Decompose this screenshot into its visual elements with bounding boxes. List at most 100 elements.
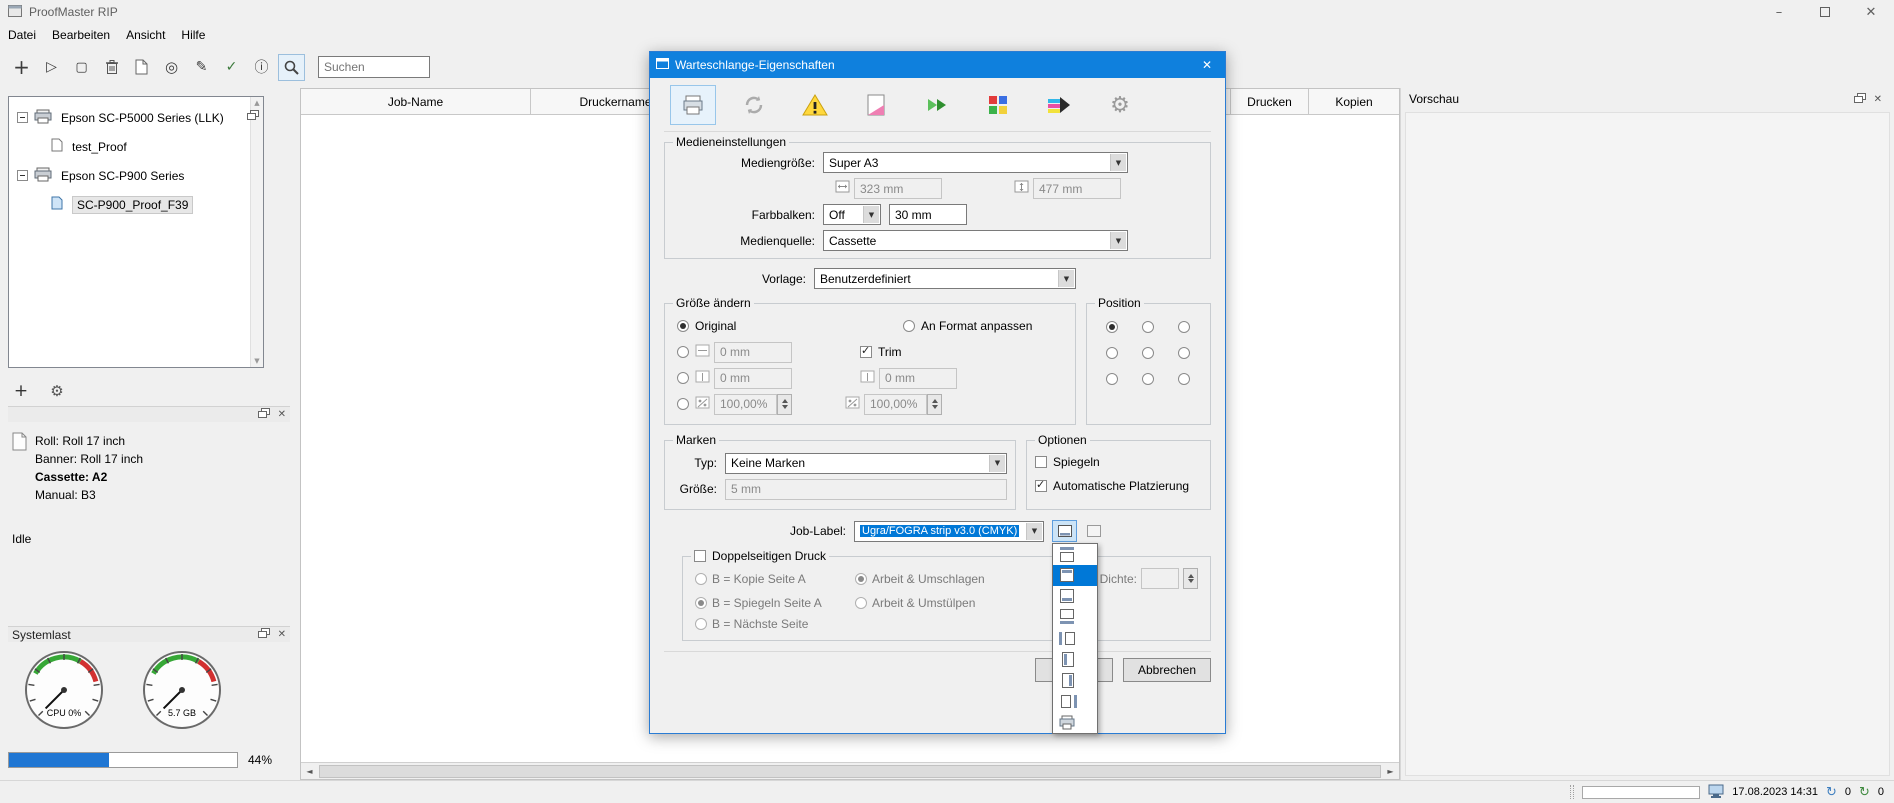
new-document-button[interactable] bbox=[128, 54, 155, 81]
scroll-right-icon[interactable]: ► bbox=[1382, 763, 1399, 779]
resize-original-radio[interactable] bbox=[677, 320, 689, 332]
label-pos-option-top-outside[interactable] bbox=[1053, 544, 1097, 565]
column-header-kopien[interactable]: Kopien bbox=[1309, 89, 1399, 114]
duplex-work-turn-radio[interactable] bbox=[855, 573, 867, 585]
maximize-button[interactable] bbox=[1802, 0, 1848, 24]
horizontal-scrollbar[interactable]: ◄ ► bbox=[301, 762, 1399, 779]
resize-width-radio[interactable] bbox=[677, 346, 689, 358]
tree-item-job-1[interactable]: test_Proof bbox=[9, 132, 263, 161]
tree-scrollbar[interactable]: ▲▼ bbox=[250, 97, 263, 367]
template-select[interactable]: Benutzerdefiniert▼ bbox=[814, 268, 1076, 289]
collapse-icon[interactable] bbox=[17, 170, 28, 181]
scrollbar-thumb[interactable] bbox=[319, 765, 1381, 778]
trim-checkbox[interactable] bbox=[860, 346, 872, 358]
position-radio-middle-right[interactable] bbox=[1178, 347, 1190, 359]
resize-height-radio[interactable] bbox=[677, 372, 689, 384]
position-radio-top-right[interactable] bbox=[1178, 321, 1190, 333]
scale-x-field[interactable]: 100,00% bbox=[714, 394, 777, 415]
duplex-next-page-radio[interactable] bbox=[695, 618, 707, 630]
position-radio-middle-center[interactable] bbox=[1142, 347, 1154, 359]
add-job-button[interactable]: + bbox=[8, 54, 35, 81]
tab-warnings[interactable] bbox=[792, 85, 838, 125]
start-button[interactable]: ▷ bbox=[38, 54, 65, 81]
bside-density-spinner[interactable] bbox=[1183, 568, 1198, 589]
close-panel-icon[interactable]: ✕ bbox=[1874, 94, 1882, 105]
label-pos-option-top-inside[interactable] bbox=[1053, 565, 1097, 586]
resize-width-field[interactable]: 0 mm bbox=[714, 342, 792, 363]
close-panel-icon[interactable]: ✕ bbox=[278, 409, 286, 420]
scale-y-field[interactable]: 100,00% bbox=[864, 394, 927, 415]
float-panel-icon[interactable] bbox=[258, 408, 270, 421]
media-height-field[interactable]: 477 mm bbox=[1033, 178, 1121, 199]
position-radio-top-center[interactable] bbox=[1142, 321, 1154, 333]
scale-x-spinner[interactable] bbox=[777, 394, 792, 415]
tree-item-printer-1[interactable]: Epson SC-P5000 Series (LLK) bbox=[9, 103, 263, 132]
menu-hilfe[interactable]: Hilfe bbox=[173, 24, 213, 46]
printer-settings-button[interactable]: ⚙ bbox=[46, 380, 68, 402]
tree-item-printer-2[interactable]: Epson SC-P900 Series bbox=[9, 161, 263, 190]
menu-datei[interactable]: Datei bbox=[0, 24, 44, 46]
scale-y-spinner[interactable] bbox=[927, 394, 942, 415]
autoplace-checkbox[interactable] bbox=[1035, 480, 1047, 492]
float-panel-icon[interactable] bbox=[247, 109, 259, 123]
close-button[interactable]: ✕ bbox=[1848, 0, 1894, 24]
dialog-close-icon[interactable]: ✕ bbox=[1189, 52, 1225, 78]
colorbar-width-field[interactable]: 30 mm bbox=[889, 204, 967, 225]
resize-height2-field[interactable]: 0 mm bbox=[879, 368, 957, 389]
duplex-work-tumble-radio[interactable] bbox=[855, 597, 867, 609]
media-width-field[interactable]: 323 mm bbox=[854, 178, 942, 199]
label-pos-option-printer[interactable] bbox=[1053, 712, 1097, 733]
label-page-button[interactable] bbox=[1081, 520, 1106, 542]
menu-bearbeiten[interactable]: Bearbeiten bbox=[44, 24, 118, 46]
search-button[interactable] bbox=[278, 54, 305, 81]
bside-density-field[interactable] bbox=[1141, 568, 1179, 589]
statusbar-grip[interactable] bbox=[1570, 785, 1574, 799]
label-pos-option-bottom-outside[interactable] bbox=[1053, 607, 1097, 628]
label-pos-option-right-outside[interactable] bbox=[1053, 691, 1097, 712]
label-pos-option-left-inside[interactable] bbox=[1053, 649, 1097, 670]
approve-button[interactable]: ✓ bbox=[218, 54, 245, 81]
position-radio-bottom-right[interactable] bbox=[1178, 373, 1190, 385]
scroll-left-icon[interactable]: ◄ bbox=[301, 763, 318, 779]
minimize-button[interactable]: – bbox=[1756, 0, 1802, 24]
position-radio-middle-left[interactable] bbox=[1106, 347, 1118, 359]
position-radio-bottom-center[interactable] bbox=[1142, 373, 1154, 385]
float-panel-icon[interactable] bbox=[1854, 93, 1866, 106]
cancel-button[interactable]: Abbrechen bbox=[1123, 658, 1211, 682]
tab-printer[interactable] bbox=[670, 85, 716, 125]
tab-reset[interactable] bbox=[731, 85, 777, 125]
edit-button[interactable]: ✎ bbox=[188, 54, 215, 81]
resize-fit-radio[interactable] bbox=[903, 320, 915, 332]
label-pos-option-bottom-inside[interactable] bbox=[1053, 586, 1097, 607]
label-position-button[interactable] bbox=[1052, 520, 1077, 542]
tab-proof-media[interactable] bbox=[853, 85, 899, 125]
job-label-select[interactable]: Ugra/FOGRA strip v3.0 (CMYK)▼ bbox=[854, 521, 1044, 542]
column-header-jobname[interactable]: Job-Name bbox=[301, 89, 531, 114]
position-radio-top-left[interactable] bbox=[1106, 321, 1118, 333]
duplex-mirror-radio[interactable] bbox=[695, 597, 707, 609]
tab-settings[interactable]: ⚙ bbox=[1097, 85, 1143, 125]
resize-scale-radio[interactable] bbox=[677, 398, 689, 410]
info-button[interactable]: ⓘ bbox=[248, 54, 275, 81]
collapse-icon[interactable] bbox=[17, 112, 28, 123]
resize-height-field[interactable]: 0 mm bbox=[714, 368, 792, 389]
label-pos-option-left-outside[interactable] bbox=[1053, 628, 1097, 649]
column-header-drucken[interactable]: Drucken bbox=[1231, 89, 1309, 114]
marks-size-field[interactable]: 5 mm bbox=[725, 479, 1007, 500]
delete-button[interactable] bbox=[98, 54, 125, 81]
tree-item-job-2[interactable]: SC-P900_Proof_F39 bbox=[9, 190, 263, 219]
search-input[interactable] bbox=[318, 56, 430, 78]
duplex-copy-radio[interactable] bbox=[695, 573, 707, 585]
float-panel-icon[interactable] bbox=[258, 628, 270, 641]
position-radio-bottom-left[interactable] bbox=[1106, 373, 1118, 385]
tab-separations[interactable] bbox=[1036, 85, 1082, 125]
close-panel-icon[interactable]: ✕ bbox=[278, 629, 286, 640]
tab-color[interactable] bbox=[975, 85, 1021, 125]
hold-job-button[interactable]: ◎ bbox=[158, 54, 185, 81]
marks-type-select[interactable]: Keine Marken▼ bbox=[725, 453, 1007, 474]
stop-button[interactable]: ▢ bbox=[68, 54, 95, 81]
mirror-checkbox[interactable] bbox=[1035, 456, 1047, 468]
duplex-checkbox[interactable] bbox=[694, 550, 706, 562]
label-pos-option-right-inside[interactable] bbox=[1053, 670, 1097, 691]
menu-ansicht[interactable]: Ansicht bbox=[118, 24, 173, 46]
